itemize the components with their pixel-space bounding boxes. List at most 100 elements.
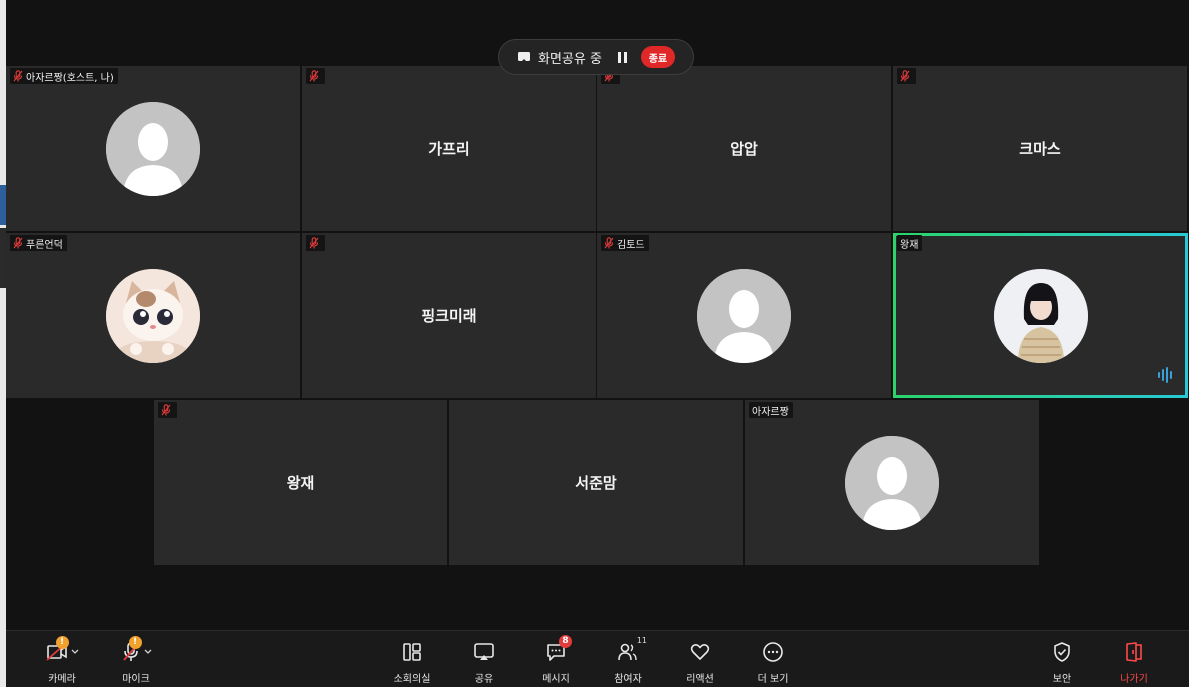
more-icon <box>763 642 783 662</box>
reactions-icon-wrap <box>690 639 710 665</box>
more-label: 더 보기 <box>757 674 789 685</box>
avatar <box>697 268 791 363</box>
participant-tile[interactable]: 가프리 <box>302 66 596 231</box>
pause-share-button[interactable] <box>617 51 627 63</box>
pause-bar <box>617 51 621 63</box>
mic-warning-badge: ! <box>128 636 142 649</box>
participant-name-tag: 김토드 <box>601 235 649 251</box>
chevron-down-icon[interactable] <box>71 649 79 655</box>
stop-share-button[interactable]: 종료 <box>640 46 675 68</box>
share-screen-icon <box>474 643 494 660</box>
participant-name-tag: 아자르짱(호스트, 나) <box>10 68 118 84</box>
share-label: 공유 <box>474 674 494 685</box>
participant-name-tag <box>158 402 177 418</box>
participants-label: 참여자 <box>614 674 642 685</box>
participant-display-name: 크마스 <box>1019 140 1061 158</box>
participant-name-tag: 아자르짱 <box>749 402 793 418</box>
breakout-label: 소회의실 <box>393 674 431 685</box>
participants-icon <box>618 643 637 661</box>
share-button[interactable]: 공유 <box>454 639 514 685</box>
mic-label: 마이크 <box>122 674 150 685</box>
participant-name-label: 왕재 <box>900 239 919 251</box>
participant-tile[interactable]: 서준맘 <box>449 400 743 565</box>
camera-icon-wrap: ! <box>45 636 79 665</box>
participants-button[interactable]: 11 참여자 <box>598 636 658 685</box>
avatar <box>106 268 200 363</box>
camera-warning-badge: ! <box>55 636 69 649</box>
camera-label: 카메라 <box>48 674 76 685</box>
more-icon-wrap <box>762 639 784 665</box>
reactions-label: 리액션 <box>686 674 714 685</box>
more-button[interactable]: 더 보기 <box>743 639 803 685</box>
mic-muted-icon <box>13 237 23 249</box>
meeting-window: 화면공유 중 종료 아자르짱(호스트, 나) 가프리 압압 크마스푸른언덕핑크미래 김토… <box>0 0 1189 687</box>
participant-name-label: 아자르짱(호스트, 나) <box>26 72 114 84</box>
shield-icon <box>1054 642 1070 662</box>
participant-tile[interactable]: 아자르짱(호스트, 나) <box>6 66 300 231</box>
mic-muted-icon <box>13 70 23 82</box>
security-label: 보안 <box>1052 674 1072 685</box>
participant-name-label: 아자르짱 <box>752 406 789 418</box>
participant-tile[interactable]: 왕재 <box>154 400 447 565</box>
participant-display-name: 핑크미래 <box>421 307 477 325</box>
heart-icon <box>690 644 710 660</box>
leave-button[interactable]: 나가기 <box>1104 639 1164 685</box>
default-person-icon <box>106 101 200 196</box>
leave-icon-wrap <box>1124 639 1144 665</box>
participant-name-tag <box>306 68 325 84</box>
chat-icon-wrap: 8 <box>545 635 572 665</box>
chevron-down-icon[interactable] <box>144 649 152 655</box>
participant-tile[interactable]: 왕재 <box>893 233 1188 398</box>
reactions-button[interactable]: 리액션 <box>670 639 730 685</box>
screen-share-status-bar: 화면공유 중 종료 <box>498 39 694 75</box>
participant-count: 11 <box>636 636 647 645</box>
participant-name-label: 김토드 <box>617 239 645 251</box>
participant-tile[interactable]: 압압 <box>597 66 891 231</box>
chat-button[interactable]: 8 메시지 <box>526 635 586 685</box>
default-person-icon <box>697 268 791 363</box>
meeting-toolbar: ! 카메라 ! 마이크 소회의실 공유 8 메시지 11 참여자 리액션 더 보… <box>6 630 1189 687</box>
participant-name-tag <box>897 68 916 84</box>
participant-tile[interactable]: 크마스 <box>893 66 1187 231</box>
mic-muted-icon <box>604 237 614 249</box>
participants-icon-wrap: 11 <box>617 636 647 665</box>
participant-display-name: 서준맘 <box>575 474 617 492</box>
mic-button[interactable]: ! 마이크 <box>106 636 166 685</box>
mic-muted-icon <box>161 404 171 416</box>
mic-muted-icon <box>309 70 319 82</box>
share-status-label: 화면공유 중 <box>538 51 602 67</box>
camera-button[interactable]: ! 카메라 <box>32 636 92 685</box>
participant-display-name: 압압 <box>730 140 758 158</box>
leave-icon <box>1126 642 1142 662</box>
security-icon-wrap <box>1052 639 1072 665</box>
participant-display-name: 왕재 <box>286 474 315 492</box>
mic-icon-wrap: ! <box>121 636 152 665</box>
participant-tile[interactable]: 푸른언덕 <box>6 233 300 398</box>
share-icon-wrap <box>473 639 495 665</box>
participant-name-tag: 푸른언덕 <box>10 235 67 251</box>
security-button[interactable]: 보안 <box>1032 639 1092 685</box>
leave-label: 나가기 <box>1120 674 1148 685</box>
breakout-rooms-button[interactable]: 소회의실 <box>382 639 442 685</box>
participant-tile[interactable]: 아자르짱 <box>745 400 1039 565</box>
avatar <box>845 435 939 530</box>
participant-tile[interactable]: 김토드 <box>597 233 891 398</box>
participant-name-label: 푸른언덕 <box>26 239 63 251</box>
mic-muted-icon <box>309 237 319 249</box>
screen-share-icon <box>518 52 530 62</box>
avatar <box>993 268 1088 363</box>
pause-bar <box>623 51 627 63</box>
avatar <box>106 101 200 196</box>
breakout-icon-wrap <box>402 639 422 665</box>
chat-label: 메시지 <box>542 674 570 685</box>
default-person-icon <box>845 435 939 530</box>
cat-avatar-image <box>106 268 200 363</box>
breakout-rooms-icon <box>403 643 421 661</box>
participant-name-tag: 왕재 <box>897 235 923 251</box>
participant-tile[interactable]: 핑크미래 <box>302 233 596 398</box>
audio-level-icon <box>1157 367 1175 387</box>
mic-muted-icon <box>900 70 910 82</box>
participant-display-name: 가프리 <box>428 140 470 158</box>
doll-avatar-image <box>993 268 1088 363</box>
participant-name-tag <box>306 235 325 251</box>
